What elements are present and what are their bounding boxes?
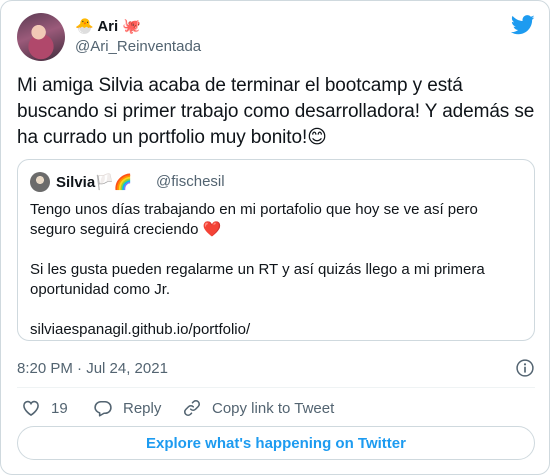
quote-line-2: Si les gusta pueden regalarme un RT y as… — [30, 261, 485, 298]
reply-button[interactable]: Reply — [93, 397, 161, 419]
quote-line-1: Tengo unos días trabajando en mi portafo… — [30, 200, 524, 240]
quote-author-name: Silvia🏳️🌈 — [56, 173, 133, 191]
reply-label: Reply — [123, 399, 162, 417]
copy-link-button[interactable]: Copy link to Tweet — [182, 397, 334, 419]
quote-author-avatar — [30, 172, 50, 192]
like-button[interactable]: 19 — [21, 397, 68, 419]
quote-name-emojis: 🏳️🌈 — [95, 174, 133, 191]
red-heart-emoji: ❤️ — [202, 221, 222, 238]
tweet-text: Mi amiga Silvia acaba de terminar el boo… — [17, 75, 535, 148]
like-count: 19 — [51, 399, 68, 417]
tweet-date[interactable]: 8:20 PM · Jul 24, 2021 — [17, 360, 168, 377]
name-octopus-emoji: 🐙 — [122, 18, 142, 35]
tweet-header: 🐣 Ari 🐙 @Ari_Reinventada — [17, 13, 535, 61]
embedded-tweet-card: 🐣 Ari 🐙 @Ari_Reinventada Mi amiga Silvia… — [0, 0, 550, 475]
tweet-meta: 8:20 PM · Jul 24, 2021 — [17, 358, 535, 380]
copy-link-label: Copy link to Tweet — [212, 399, 335, 417]
twitter-bird-icon[interactable] — [511, 15, 535, 35]
author-name-text: Ari — [97, 18, 119, 35]
author-avatar[interactable] — [17, 13, 65, 61]
name-chick-emoji: 🐣 — [75, 18, 94, 35]
heart-icon — [23, 400, 39, 417]
explore-twitter-button[interactable]: Explore what's happening on Twitter — [17, 426, 535, 460]
quote-author-handle: @fischesil — [156, 173, 225, 190]
link-icon — [184, 400, 200, 416]
quote-body: Tengo unos días trabajando en mi portafo… — [30, 200, 524, 340]
info-icon[interactable] — [515, 358, 535, 378]
author-name[interactable]: 🐣 Ari 🐙 — [75, 17, 141, 35]
quoted-tweet[interactable]: Silvia🏳️🌈 @fischesil Tengo unos días tra… — [17, 159, 535, 341]
divider — [17, 387, 535, 388]
reply-icon — [94, 400, 112, 417]
quote-line-3: silviaespanagil.github.io/portfolio/ — [30, 321, 251, 338]
tweet-actions: 19 Reply Copy link to Tweet — [17, 397, 535, 419]
author-handle[interactable]: @Ari_Reinventada — [75, 38, 201, 55]
quote-author-name-text: Silvia — [56, 174, 96, 191]
quote-line-1-text: Tengo unos días trabajando en mi portafo… — [30, 201, 478, 238]
